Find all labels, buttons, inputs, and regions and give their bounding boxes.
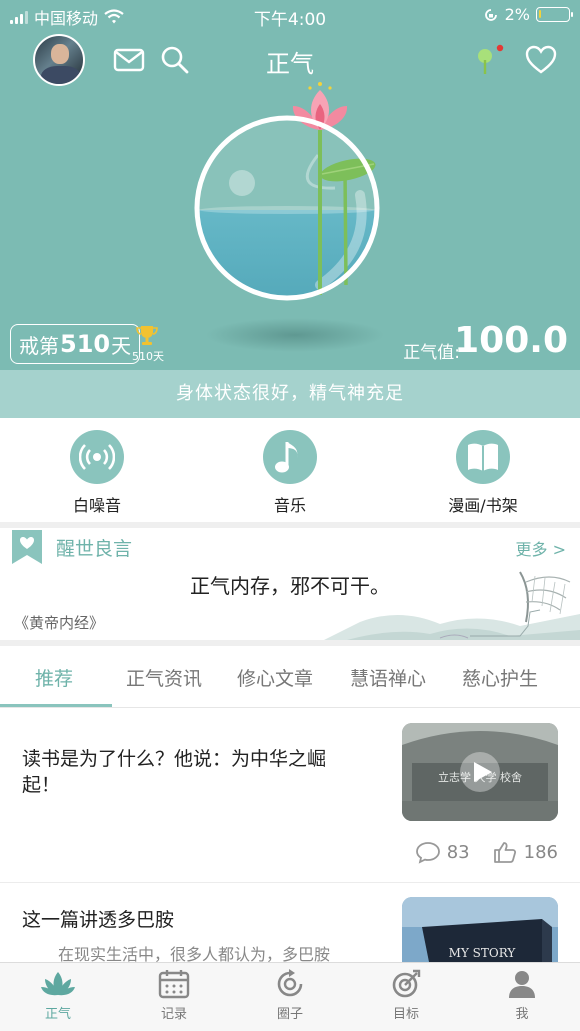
article-summary: 在现实生活中，很多人都认为，多巴胺 <box>58 945 331 962</box>
bottom-tab-bar: 正气 记录 圈子 目标 我 <box>0 962 580 1031</box>
white-noise-icon <box>70 430 124 484</box>
status-bar: 中国移动 下午4:00 2% <box>0 0 580 30</box>
comment-icon[interactable] <box>415 840 441 864</box>
article-card[interactable]: 这一篇讲透多巴胺 在现实生活中，很多人都认为，多巴胺 MY STORY <box>0 883 580 962</box>
qi-label: 正气值: <box>403 343 460 363</box>
quote-more-link[interactable]: 更多 > <box>516 536 567 560</box>
streak-badge[interactable]: 戒第 510 天 <box>10 324 141 364</box>
article-thumbnail[interactable]: 立志学 大学 校舍 <box>402 723 558 821</box>
quote-source: 《黄帝内经》 <box>14 614 105 632</box>
trophy-days: 510天 <box>132 350 164 363</box>
music-button[interactable]: 音乐 <box>220 430 360 516</box>
circle-refresh-icon <box>277 969 303 997</box>
calendar-icon <box>158 970 190 999</box>
lotus-icon <box>41 972 75 996</box>
comics-bookshelf-button[interactable]: 漫画/书架 <box>413 430 553 516</box>
white-noise-button[interactable]: 白噪音 <box>27 430 167 516</box>
tabbar-item-zhengqi[interactable]: 正气 <box>0 969 116 1022</box>
tabbar-label: 目标 <box>392 1007 419 1022</box>
tabbar-item-goal[interactable]: 目标 <box>348 969 464 1022</box>
music-note-icon <box>263 430 317 484</box>
white-noise-label: 白噪音 <box>72 496 121 515</box>
heart-icon[interactable] <box>524 44 558 76</box>
article-thumbnail[interactable]: MY STORY <box>402 897 558 962</box>
rotation-lock-icon <box>484 8 497 21</box>
target-icon <box>392 969 421 998</box>
tabbar-label: 我 <box>515 1007 529 1022</box>
battery-percent: 2% <box>504 5 530 24</box>
tab-articles[interactable]: 修心文章 <box>237 664 313 691</box>
status-message: 身体状态很好，精气神充足 <box>0 370 580 418</box>
plant-icon[interactable] <box>470 44 504 76</box>
lotus-bowl-illustration[interactable] <box>190 80 400 340</box>
tabbar-item-circle[interactable]: 圈子 <box>232 969 348 1022</box>
tab-compassion[interactable]: 慈心护生 <box>462 664 538 691</box>
tabbar-label: 圈子 <box>276 1007 303 1022</box>
hero-panel: 中国移动 下午4:00 2% 正气 戒第 510 天 510天 正气值: 100… <box>0 0 580 370</box>
streak-days: 510 <box>60 330 111 358</box>
streak-prefix: 戒第 <box>19 333 59 358</box>
tab-zen[interactable]: 慧语禅心 <box>350 664 426 691</box>
article-card[interactable]: 读书是为了什么？他说：为中华之崛起！ 立志学 大学 校舍 83 186 <box>0 708 580 882</box>
quick-actions: 白噪音 音乐 漫画/书架 <box>0 418 580 522</box>
notification-dot <box>496 44 504 52</box>
book-icon <box>456 430 510 484</box>
article-title: 这一篇讲透多巴胺 <box>22 909 175 931</box>
like-icon[interactable] <box>492 840 518 864</box>
qi-value: 100.0 <box>454 320 568 361</box>
music-label: 音乐 <box>273 496 306 515</box>
quote-text: 正气内存，邪不可干。 <box>190 574 390 598</box>
streak-suffix: 天 <box>111 333 132 358</box>
tabbar-item-records[interactable]: 记录 <box>116 969 232 1022</box>
bookmark-icon <box>12 530 42 564</box>
tabbar-item-me[interactable]: 我 <box>464 969 580 1022</box>
tabbar-label: 记录 <box>160 1007 187 1022</box>
tabbar-label: 正气 <box>44 1007 71 1022</box>
active-tab-indicator <box>0 704 112 707</box>
user-icon <box>509 971 535 998</box>
book-cover-text: MY STORY <box>449 946 517 960</box>
comment-count: 83 <box>446 841 470 863</box>
comics-bookshelf-label: 漫画/书架 <box>448 496 518 515</box>
tab-news[interactable]: 正气资讯 <box>126 664 202 691</box>
category-tabs: 推荐 正气资讯 修心文章 慧语禅心 慈心护生 <box>0 646 580 708</box>
tab-recommended[interactable]: 推荐 <box>35 664 73 691</box>
article-stats: 83 186 <box>415 840 558 864</box>
quote-card[interactable]: 醒世良言 更多 > 正气内存，邪不可干。 《黄帝内经》 <box>0 528 580 640</box>
article-title: 读书是为了什么？他说：为中华之崛起！ <box>22 748 327 796</box>
quote-section-title: 醒世良言 <box>56 538 133 560</box>
like-count: 186 <box>523 841 558 863</box>
status-right: 2% <box>483 5 573 24</box>
trophy-icon[interactable] <box>136 324 158 346</box>
battery-icon <box>536 7 573 22</box>
